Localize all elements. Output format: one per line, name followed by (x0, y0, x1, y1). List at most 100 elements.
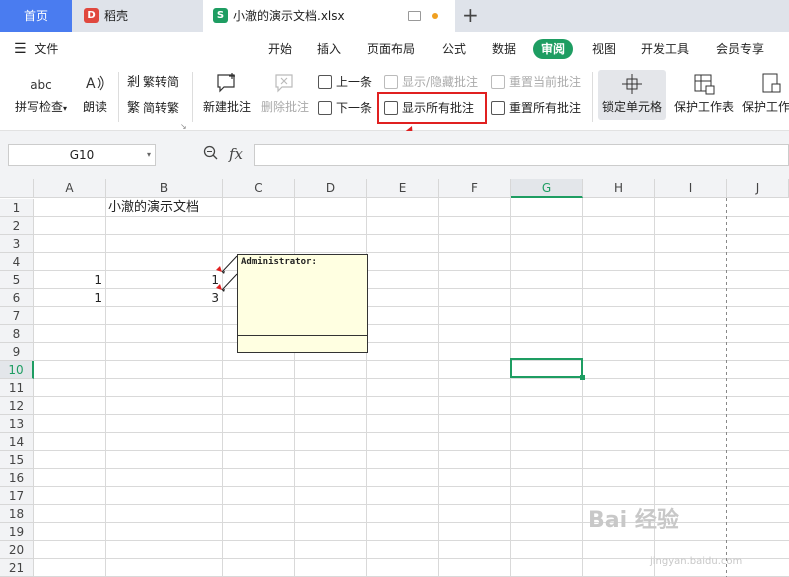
row-header-1[interactable]: 1 (0, 199, 34, 217)
new-comment-button[interactable]: 新建批注 (200, 72, 254, 115)
file-menu-label: 文件 (34, 42, 59, 56)
row-header-17[interactable]: 17 (0, 487, 34, 505)
reset-all-comments-label: 重置所有批注 (509, 101, 582, 115)
row-header-16[interactable]: 16 (0, 469, 34, 487)
simp-to-trad-button[interactable]: 繁简转繁 (127, 99, 179, 117)
column-header-d[interactable]: D (295, 179, 367, 198)
spell-check-label: 拼写检查 (14, 100, 63, 114)
daoke-logo-icon: D (84, 8, 99, 23)
reset-current-comment-label: 重置当前批注 (509, 75, 582, 89)
comment-author: Administrator: (241, 257, 317, 267)
row-header-20[interactable]: 20 (0, 541, 34, 559)
row-header-7[interactable]: 7 (0, 307, 34, 325)
reset-all-comments-button[interactable]: 重置所有批注 (491, 99, 581, 117)
menu-item-formula[interactable]: 公式 (442, 32, 466, 66)
row-header-19[interactable]: 19 (0, 523, 34, 541)
column-header-g[interactable]: G (511, 179, 583, 198)
next-comment-button[interactable]: 下一条 (318, 99, 372, 117)
divider (592, 72, 593, 122)
trad-to-simp-button[interactable]: 剎繁转简 (127, 73, 179, 91)
menu-item-member[interactable]: 会员专享 (716, 32, 764, 66)
row-header-14[interactable]: 14 (0, 433, 34, 451)
column-header-f[interactable]: F (439, 179, 511, 198)
row-header-12[interactable]: 12 (0, 397, 34, 415)
lock-cell-button[interactable]: 锁定单元格 (598, 72, 666, 115)
protect-sheet-button[interactable]: 保护工作表 (670, 72, 738, 115)
comment-box[interactable]: Administrator: (237, 254, 368, 353)
dialog-launcher-icon[interactable]: ↘ (180, 122, 187, 131)
show-hide-comment-button[interactable]: 显示/隐藏批注 (384, 73, 478, 91)
row-header-4[interactable]: 4 (0, 253, 34, 271)
column-header-c[interactable]: C (223, 179, 295, 198)
lock-cell-label: 锁定单元格 (601, 100, 662, 114)
tab-daoke[interactable]: D 稻壳 (72, 0, 200, 32)
new-tab-button[interactable]: + (462, 0, 479, 32)
column-header-i[interactable]: I (655, 179, 727, 198)
column-header-b[interactable]: B (106, 179, 223, 198)
zoom-search-icon[interactable] (203, 145, 219, 165)
row-header-9[interactable]: 9 (0, 343, 34, 361)
protect-workbook-button[interactable]: 保护工作 (742, 72, 789, 115)
reset-comment-icon (491, 101, 505, 115)
baidu-watermark: Bai 经验 (588, 508, 679, 533)
tab-home[interactable]: 首页 (0, 0, 72, 32)
menu-row: ☰ 文件 ↶ ↷ ▾ 开始 插入 页面布局 公式 数据 审阅 视图 开发工具 会… (0, 32, 789, 88)
file-menu[interactable]: ☰ 文件 (14, 32, 58, 66)
row-header-2[interactable]: 2 (0, 217, 34, 235)
row-header-5[interactable]: 5 (0, 271, 34, 289)
read-aloud-button[interactable]: A 朗读 (80, 72, 110, 115)
lock-cell-icon (598, 72, 666, 98)
prev-comment-icon (318, 75, 332, 89)
menu-item-insert[interactable]: 插入 (317, 32, 341, 66)
simp-to-trad-label: 简转繁 (143, 101, 180, 115)
column-header-h[interactable]: H (583, 179, 655, 198)
menu-item-page-layout[interactable]: 页面布局 (367, 32, 415, 66)
column-header-e[interactable]: E (367, 179, 439, 198)
menu-item-view[interactable]: 视图 (592, 32, 616, 66)
cell-b1[interactable]: 小澈的演示文档 (108, 199, 308, 217)
show-hide-comment-icon (384, 75, 398, 89)
row-header-6[interactable]: 6 (0, 289, 34, 307)
new-comment-icon (200, 72, 254, 98)
menu-item-data[interactable]: 数据 (492, 32, 516, 66)
spell-check-button[interactable]: abc 拼写检查▾ (10, 72, 72, 115)
cell-a5[interactable]: 1 (34, 271, 106, 289)
tab-daoke-label: 稻壳 (104, 9, 129, 23)
cell-b5[interactable]: 1 (106, 271, 223, 289)
row-header-18[interactable]: 18 (0, 505, 34, 523)
delete-comment-button[interactable]: 删除批注 (258, 72, 312, 115)
prev-comment-button[interactable]: 上一条 (318, 73, 372, 91)
formula-input[interactable] (254, 144, 789, 166)
tab-document-label: 小澈的演示文档.xlsx (233, 9, 345, 23)
menu-item-developer[interactable]: 开发工具 (641, 32, 689, 66)
fx-icon[interactable]: fx (229, 145, 243, 163)
row-header-8[interactable]: 8 (0, 325, 34, 343)
hamburger-icon: ☰ (14, 41, 27, 57)
reset-current-comment-button[interactable]: 重置当前批注 (491, 73, 581, 91)
monitor-icon[interactable] (408, 11, 421, 21)
menu-item-start[interactable]: 开始 (268, 32, 292, 66)
column-header-j[interactable]: J (727, 179, 789, 198)
selected-cell-g10[interactable] (510, 358, 583, 378)
chevron-down-icon[interactable]: ▾ (147, 145, 151, 165)
fill-handle[interactable] (580, 375, 585, 380)
protect-workbook-label: 保护工作 (742, 100, 789, 114)
row-header-3[interactable]: 3 (0, 235, 34, 253)
svg-text:A: A (86, 76, 96, 92)
cell-b6[interactable]: 3 (106, 289, 223, 307)
select-all-corner[interactable] (0, 179, 34, 198)
cell-a6[interactable]: 1 (34, 289, 106, 307)
menu-item-review[interactable]: 审阅 (533, 39, 574, 59)
next-comment-label: 下一条 (336, 101, 373, 115)
reset-comment-icon (491, 75, 505, 89)
column-header-a[interactable]: A (34, 179, 106, 198)
name-box[interactable]: G10 ▾ (8, 144, 156, 166)
tab-document[interactable]: S 小澈的演示文档.xlsx (203, 0, 455, 32)
row-header-15[interactable]: 15 (0, 451, 34, 469)
row-header-10[interactable]: 10 (0, 361, 34, 379)
row-header-11[interactable]: 11 (0, 379, 34, 397)
row-header-13[interactable]: 13 (0, 415, 34, 433)
spreadsheet-logo-icon: S (213, 8, 228, 23)
row-header-21[interactable]: 21 (0, 559, 34, 577)
divider (192, 72, 193, 122)
